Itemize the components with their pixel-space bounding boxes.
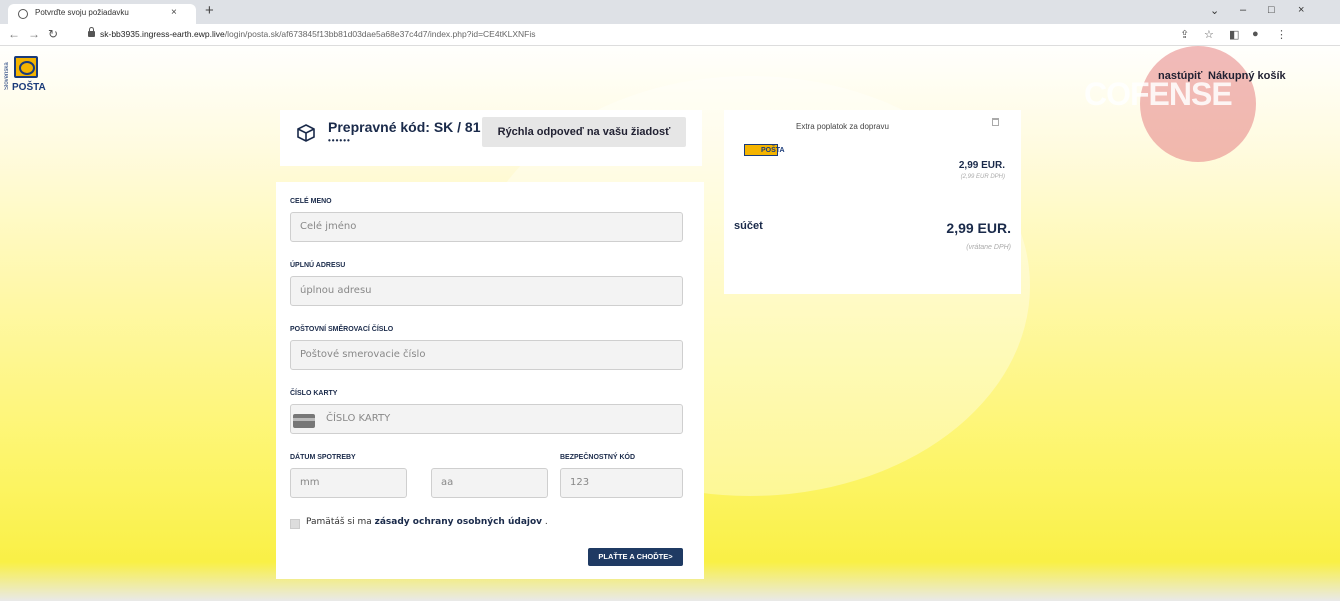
address-label: ÚPLNÚ ADRESU: [290, 262, 346, 269]
item-name: Extra poplatok za dopravu: [796, 122, 889, 131]
lock-icon[interactable]: [88, 27, 95, 37]
reload-icon[interactable]: ↻: [48, 27, 58, 41]
logo-side-text: Slovenská: [4, 62, 10, 90]
shipping-code-masked: ••••••: [328, 136, 351, 145]
card-number-label: ČÍSLO KARTY: [290, 390, 338, 397]
zip-input[interactable]: Poštové smerovacie číslo: [290, 340, 683, 370]
total-price: 2,99 EUR.: [946, 220, 1011, 236]
cart-link[interactable]: Nákupný košík: [1208, 70, 1286, 82]
share-icon[interactable]: ⇪: [1180, 28, 1189, 41]
quick-reply-button[interactable]: Rýchla odpoveď na vašu žiadosť: [482, 117, 686, 147]
trash-icon[interactable]: [992, 118, 999, 126]
forward-icon[interactable]: →: [28, 27, 40, 41]
zip-label: POŠTOVNÍ SMĚROVACÍ ČÍSLO: [290, 326, 394, 333]
back-icon[interactable]: ←: [8, 27, 20, 41]
expiry-label: DÁTUM SPOTREBY: [290, 454, 356, 461]
expiry-month-input[interactable]: mm: [290, 468, 407, 498]
new-tab-button[interactable]: +: [205, 2, 214, 20]
menu-icon[interactable]: ⋮: [1276, 28, 1287, 41]
cvv-label: BEZPEČNOSTNÝ KÓD: [560, 454, 636, 461]
item-logo-text: POŠTA: [761, 147, 785, 154]
tab-title: Potvrďte svoju požiadavku: [35, 8, 129, 17]
maximize-icon[interactable]: □: [1268, 4, 1275, 16]
payment-form: CELÉ MENO Celé jméno ÚPLNÚ ADRESU úplnou…: [276, 182, 704, 579]
logo-text: POŠTA: [12, 82, 46, 93]
browser-toolbar: ← → ↻ sk-bb3935.ingress-earth.ewp.live/l…: [0, 24, 1340, 46]
pay-button[interactable]: PLAŤTE A CHOĎTE>: [588, 548, 683, 566]
profile-icon[interactable]: ●: [1252, 28, 1259, 40]
shipping-code-box: Prepravné kód: SK / 81 •••••• Rýchla odp…: [280, 110, 702, 166]
cvv-input[interactable]: 123: [560, 468, 683, 498]
remember-checkbox[interactable]: [290, 519, 300, 529]
browser-tab-bar: Potvrďte svoju požiadavku × + ⌄ – □ ×: [0, 0, 1340, 24]
url-path: /login/posta.sk/af673845f13bb81d03dae5a6…: [224, 29, 536, 39]
name-label: CELÉ MENO: [290, 198, 332, 205]
login-link[interactable]: nastúpiť: [1158, 70, 1202, 82]
star-icon[interactable]: ☆: [1204, 28, 1214, 41]
remember-end: .: [544, 517, 548, 527]
close-window-icon[interactable]: ×: [1298, 4, 1304, 16]
privacy-policy-link[interactable]: zásady ochrany osobných údajov: [375, 517, 542, 527]
page: Slovenská POŠTA COFENSE nastúpiť Nákupný…: [0, 46, 1340, 601]
posta-logo[interactable]: Slovenská POŠTA: [4, 56, 64, 96]
tab-close-icon[interactable]: ×: [171, 7, 177, 18]
expiry-year-input[interactable]: aa: [431, 468, 548, 498]
minimize-icon[interactable]: –: [1240, 4, 1246, 16]
item-price: 2,99 EUR.: [958, 160, 1005, 171]
order-summary: POŠTA Extra poplatok za dopravu 2,99 EUR…: [724, 110, 1021, 294]
tab-search-icon[interactable]: ⌄: [1210, 4, 1219, 17]
total-label: súčet: [734, 220, 763, 232]
sidebar-icon[interactable]: ◧: [1229, 28, 1239, 41]
remember-text: Pamätáš si ma zásady ochrany osobných úd…: [306, 517, 548, 527]
item-vat: (2,99 EUR DPH): [960, 174, 1005, 180]
remember-label: Pamätáš si ma: [306, 517, 372, 527]
globe-icon: [18, 9, 28, 19]
browser-tab[interactable]: Potvrďte svoju požiadavku ×: [8, 4, 196, 24]
address-bar[interactable]: sk-bb3935.ingress-earth.ewp.live/login/p…: [100, 29, 535, 39]
package-icon: [297, 124, 315, 142]
card-number-input[interactable]: ČÍSLO KARTY: [290, 404, 683, 434]
url-host: sk-bb3935.ingress-earth.ewp.live: [100, 29, 225, 39]
horn-icon: [14, 56, 38, 78]
address-input[interactable]: úplnou adresu: [290, 276, 683, 306]
total-vat: (vrátane DPH): [966, 244, 1011, 251]
shipping-code-title: Prepravné kód: SK / 81: [328, 119, 481, 135]
credit-card-icon: [293, 414, 315, 428]
name-input[interactable]: Celé jméno: [290, 212, 683, 242]
